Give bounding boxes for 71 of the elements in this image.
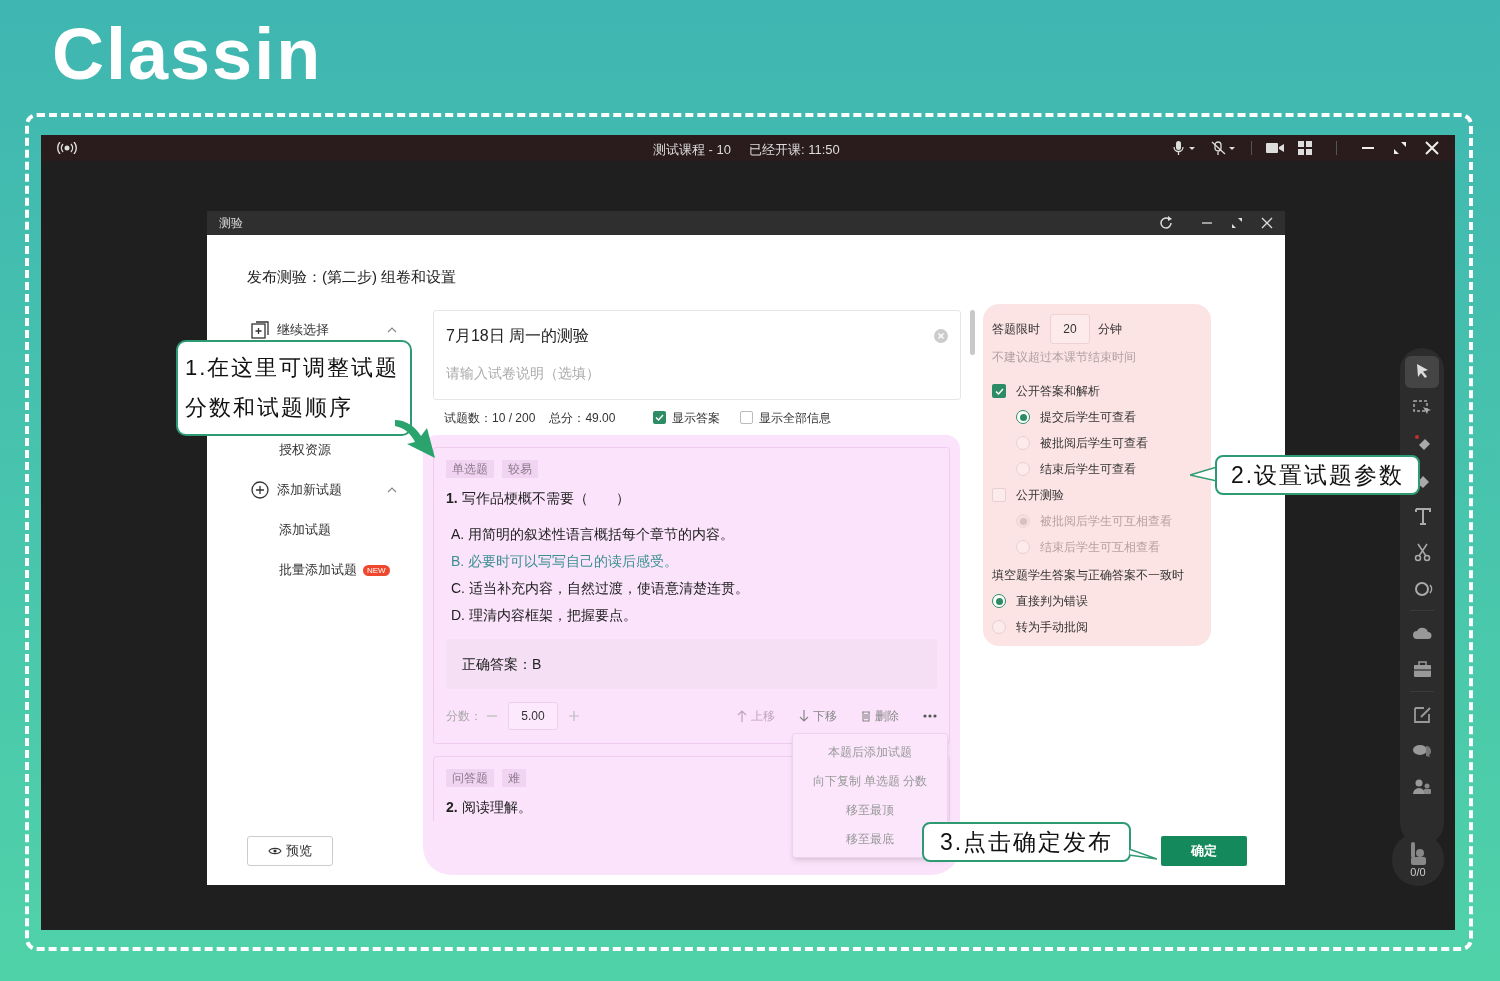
chevron-icon[interactable] xyxy=(387,486,397,494)
sidebar-item[interactable]: 授权资源 xyxy=(279,440,331,460)
radio-option[interactable]: 转为手动批阅 xyxy=(992,614,1088,640)
hint-text: 不建议超过本课节结束时间 xyxy=(992,349,1137,366)
add-circle-icon xyxy=(251,481,269,499)
score-label: 分数： xyxy=(446,708,482,725)
eye-icon xyxy=(268,846,282,856)
radio-option[interactable]: 结束后学生可查看 xyxy=(992,456,1136,482)
dialog-title: 测验 xyxy=(219,215,243,232)
camera-icon[interactable] xyxy=(1266,142,1284,154)
score-field[interactable]: 5.00 xyxy=(508,702,558,730)
sidebar-item[interactable]: 添加试题 xyxy=(279,520,331,540)
checkmark-icon xyxy=(655,414,665,421)
expand-icon[interactable] xyxy=(1231,217,1243,229)
radio-option[interactable]: 被批阅后学生可查看 xyxy=(992,430,1148,456)
elapsed-time: 已经开课: 11:50 xyxy=(749,141,840,159)
question-text: 1. 写作品梗概不需要（ ） xyxy=(446,489,630,508)
callout-tooltip: 1.在这里可调整试题分数和试题顺序 xyxy=(176,340,412,436)
grid-icon[interactable] xyxy=(1298,141,1312,155)
choice-text: C. 适当补充内容，自然过渡，使语意清楚连贯。 xyxy=(450,579,750,598)
arrow-icon xyxy=(393,418,437,460)
sidebar-group[interactable]: 添加新试题 xyxy=(277,480,342,500)
chevron-icon[interactable] xyxy=(387,326,397,334)
sidebar-item[interactable]: 批量添加试题 xyxy=(279,560,357,580)
setting-label: 填空题学生答案与正确答案不一致时 xyxy=(992,567,1185,584)
checkbox[interactable]: 公开答案和解析 xyxy=(992,378,1100,404)
tag: 问答题 xyxy=(446,769,494,787)
tag: 较易 xyxy=(502,460,538,478)
callout-tooltip: 3.点击确定发布 xyxy=(922,822,1132,862)
logo: Classin xyxy=(52,14,323,94)
expand-icon[interactable] xyxy=(1393,141,1407,155)
trash-icon xyxy=(861,710,871,722)
quiz-title-field[interactable]: 7月18日 周一的测验 xyxy=(446,325,590,347)
checkbox[interactable]: 公开测验 xyxy=(992,482,1064,508)
sidebar-group[interactable]: 继续选择 xyxy=(277,320,329,340)
tag: 难 xyxy=(502,769,526,787)
choice-text: A. 用简明的叙述性语言概括每个章节的内容。 xyxy=(450,525,736,544)
new-badge: NEW xyxy=(363,564,390,576)
time-field[interactable]: 20 xyxy=(1050,314,1090,344)
unit-label: 分钟 xyxy=(1098,321,1122,338)
choice-text: D. 理清内容框架，把握要点。 xyxy=(450,606,638,625)
close-icon[interactable] xyxy=(1425,141,1439,155)
callout-tail-icon xyxy=(1129,847,1158,863)
broadcast-icon xyxy=(57,142,77,154)
close-icon[interactable] xyxy=(1261,217,1273,229)
dialog-heading: 发布测验：(第二步) 组卷和设置 xyxy=(247,267,458,287)
checkmark-icon xyxy=(994,387,1004,395)
checkbox[interactable]: 显示全部信息 xyxy=(740,408,832,427)
answer-box: 正确答案：B xyxy=(446,639,937,689)
time-limit-label: 答题限时 xyxy=(992,321,1040,338)
question-count: 试题数：10 / 200 xyxy=(444,409,536,427)
course-title: 测试课程 - 10 xyxy=(653,141,731,159)
preview-button[interactable]: 预览 xyxy=(247,836,333,866)
checkbox[interactable]: 显示答案 xyxy=(653,408,721,427)
refresh-icon[interactable] xyxy=(1159,216,1173,230)
microphone-icon[interactable] xyxy=(1173,141,1197,155)
total-score: 总分：49.00 xyxy=(549,409,616,427)
confirm-button[interactable]: 确定 xyxy=(1161,836,1247,866)
choice-text: B. 必要时可以写写自己的读后感受。 xyxy=(450,552,680,571)
callout-tooltip: 2.设置试题参数 xyxy=(1215,455,1421,495)
radio-option[interactable]: 提交后学生可查看 xyxy=(992,404,1136,430)
pointer-icon[interactable] xyxy=(1405,356,1439,388)
arrow-up-icon xyxy=(737,710,747,722)
scrollbar[interactable] xyxy=(970,310,975,355)
radio-option[interactable]: 直接判为错误 xyxy=(992,588,1088,614)
document-add-icon xyxy=(251,321,269,339)
tag: 单选题 xyxy=(446,460,494,478)
seat-icon xyxy=(1409,841,1427,866)
question-text: 2. 阅读理解。 xyxy=(446,798,532,817)
arrow-down-icon xyxy=(799,710,809,722)
more-icon[interactable] xyxy=(923,714,937,718)
